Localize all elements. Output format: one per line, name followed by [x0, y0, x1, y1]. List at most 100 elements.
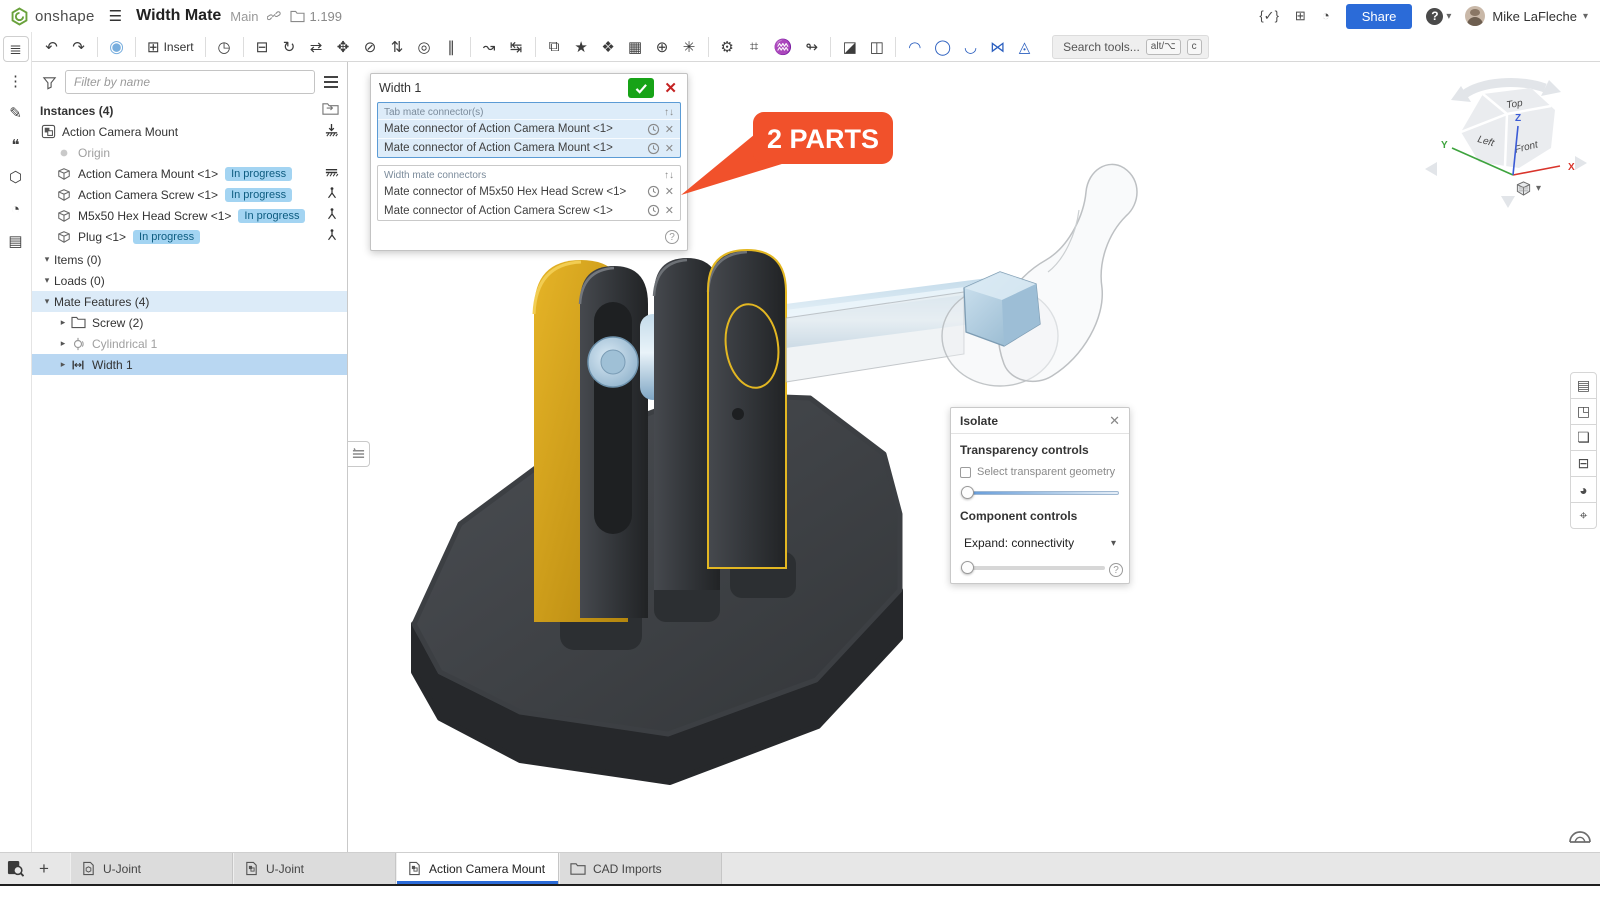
add-tab-button[interactable]: + [30, 853, 58, 884]
chevron-right-icon[interactable]: ▸ [56, 338, 70, 349]
globe-icon[interactable] [1568, 828, 1592, 846]
sort-icon[interactable]: ↑↓ [664, 107, 674, 118]
parallel-mate-icon[interactable]: ∥ [438, 34, 465, 60]
search-tools-input[interactable]: Search tools... alt/⌥ c [1052, 35, 1209, 59]
expand-dropdown[interactable]: Expand: connectivity ▾ [960, 533, 1120, 553]
instance-row[interactable]: M5x50 Hex Head Screw <1>In progress [32, 205, 347, 226]
version-folder-icon[interactable] [290, 10, 305, 23]
graphics-viewport[interactable]: Width 1 ✕ Tab mate connector(s)↑↓Mate co… [348, 62, 1600, 852]
snap-mode-icon[interactable]: ⊕ [649, 34, 676, 60]
transparency-slider[interactable] [961, 486, 1119, 500]
close-icon[interactable]: ✕ [1109, 413, 1120, 429]
tripod-icon[interactable] [325, 207, 339, 224]
cylindrical-mate-icon[interactable]: ⊘ [357, 34, 384, 60]
pattern-icon[interactable]: ▦ [622, 34, 649, 60]
mate-connector-row[interactable]: Mate connector of Action Camera Mount <1… [378, 119, 680, 138]
section-view-icon[interactable]: ◳ [1570, 398, 1597, 425]
performance-icon[interactable]: ◔ [3, 196, 29, 222]
document-tab[interactable]: U-Joint [70, 853, 233, 884]
screw-relation-icon[interactable]: ♒ [768, 34, 799, 60]
filter-icon[interactable] [42, 75, 57, 90]
instance-row[interactable]: Action Camera Mount <1>In progress [32, 163, 347, 184]
tripod-icon[interactable] [325, 228, 339, 245]
fixed-icon[interactable] [324, 165, 339, 183]
view-cube[interactable]: Top Left Front X Y Z [1423, 74, 1593, 224]
measure-icon[interactable]: ⊟ [1570, 450, 1597, 477]
cancel-button[interactable]: ✕ [662, 79, 679, 97]
list-view-icon[interactable] [323, 75, 339, 89]
chevron-down-icon[interactable]: ▾ [40, 275, 54, 286]
expand-slider[interactable] [961, 561, 1105, 575]
history-clock-icon[interactable] [647, 204, 660, 217]
section-loads[interactable]: ▾ Loads (0) [32, 270, 347, 291]
undo-icon[interactable]: ↶ [38, 34, 65, 60]
configurations-icon[interactable]: ⋮ [3, 68, 29, 94]
routing-tool-4-icon[interactable]: ⋈ [984, 34, 1011, 60]
assembly-tree-icon[interactable]: ≣ [3, 36, 29, 62]
revolute-mate-icon[interactable]: ↻ [276, 34, 303, 60]
section-mate-features[interactable]: ▾ Mate Features (4) [32, 291, 347, 312]
planar-mate-icon[interactable]: ✥ [330, 34, 357, 60]
routing-tool-1-icon[interactable]: ◠ [901, 34, 928, 60]
slider-mate-icon[interactable]: ⇄ [303, 34, 330, 60]
mate-feature-row[interactable]: ▸Cylindrical 1 [32, 333, 347, 354]
avatar[interactable] [1465, 6, 1485, 26]
appearance-panel-icon[interactable]: ❏ [1570, 424, 1597, 451]
replicate-icon[interactable]: ❖ [595, 34, 622, 60]
select-transparent-checkbox[interactable] [960, 467, 971, 478]
workspace-name[interactable]: Main [230, 9, 258, 24]
featurescript-icon[interactable]: {✓} [1259, 8, 1279, 23]
routing-tool-3-icon[interactable]: ◡ [957, 34, 984, 60]
routing-tool-2-icon[interactable]: ◯ [928, 34, 957, 60]
filter-input[interactable] [65, 70, 315, 94]
routing-tool-5-icon[interactable]: ◬ [1011, 34, 1038, 60]
redo-icon[interactable]: ↷ [65, 34, 92, 60]
help-cube-icon[interactable]: ⬡ [3, 164, 29, 190]
insert-to-folder-icon[interactable] [322, 102, 339, 119]
mate-connector-row[interactable]: Mate connector of Action Camera Mount <1… [378, 138, 680, 157]
root-assembly-row[interactable]: Action Camera Mount [32, 121, 347, 142]
prong-left-front-face[interactable] [580, 266, 648, 618]
mate-connector-row[interactable]: Mate connector of M5x50 Hex Head Screw <… [378, 182, 680, 201]
view-cube-menu[interactable]: ▾ [1515, 180, 1541, 197]
instance-row[interactable]: Action Camera Screw <1>In progress [32, 184, 347, 205]
history-clock-icon[interactable] [647, 142, 660, 155]
document-tab[interactable]: U-Joint [233, 853, 396, 884]
help-icon[interactable]: ? [1426, 8, 1443, 25]
named-views-icon[interactable]: ◕ [1570, 476, 1597, 503]
insert-icon[interactable]: ⊞Insert [141, 34, 200, 60]
tangent-mate-icon[interactable]: ↝ [476, 34, 503, 60]
tab-finder-icon[interactable] [0, 853, 30, 884]
remove-icon[interactable]: ✕ [665, 123, 674, 136]
mate-feature-row[interactable]: ▸Width 1 [32, 354, 347, 375]
mate-feature-row[interactable]: ▸Screw (2) [32, 312, 347, 333]
belt-relation-icon[interactable]: ↬ [798, 34, 825, 60]
display-states-icon[interactable]: ◫ [863, 34, 890, 60]
help-icon[interactable]: ? [1109, 563, 1123, 577]
onshape-logo[interactable]: onshape [10, 7, 95, 26]
fastened-mate-icon[interactable]: ⊟ [249, 34, 276, 60]
transparency-slider-thumb[interactable] [961, 486, 974, 499]
help-icon[interactable]: ? [665, 230, 679, 244]
section-items[interactable]: ▾ Items (0) [32, 249, 347, 270]
share-link-icon[interactable] [267, 9, 281, 23]
chevron-right-icon[interactable]: ▸ [56, 317, 70, 328]
remove-icon[interactable]: ✕ [665, 185, 674, 198]
mate-relation-icon[interactable]: ★ [568, 34, 595, 60]
sort-icon[interactable]: ↑↓ [664, 170, 674, 181]
learning-center-icon[interactable]: ◔ [1322, 8, 1330, 23]
history-clock-icon[interactable] [647, 123, 660, 136]
tripod-icon[interactable] [325, 186, 339, 203]
sync-icon[interactable]: ◉ [103, 34, 130, 60]
edit-appearance-icon[interactable]: ✎ [3, 100, 29, 126]
document-tab[interactable]: Action Camera Mount [396, 853, 559, 884]
app-store-icon[interactable]: ⊞ [1295, 8, 1306, 23]
assembly-feature-icon[interactable]: ◪ [836, 34, 863, 60]
pin-slot-mate-icon[interactable]: ⇅ [384, 34, 411, 60]
origin-row[interactable]: Origin [32, 142, 347, 163]
chevron-down-icon[interactable]: ▾ [40, 254, 54, 265]
selection-icon[interactable]: ⌖ [1570, 502, 1597, 529]
bom-icon[interactable]: ▤ [3, 228, 29, 254]
main-menu-icon[interactable]: ☰ [109, 7, 122, 25]
version-number[interactable]: 1.199 [309, 9, 342, 24]
